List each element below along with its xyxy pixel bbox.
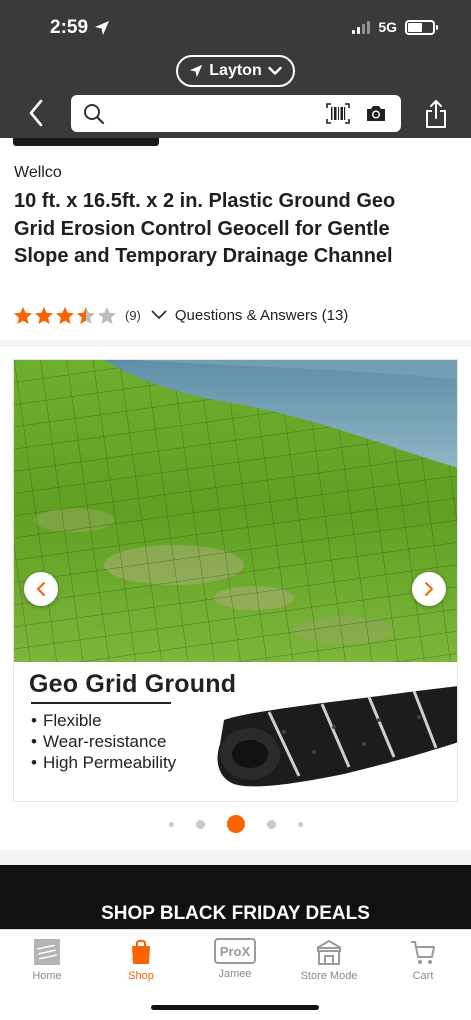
status-time: 2:59 — [50, 17, 110, 39]
carousel-dot[interactable] — [266, 819, 276, 829]
chevron-right-icon — [425, 582, 433, 596]
star-full-icon — [13, 306, 33, 324]
tab-label: Jamee — [218, 968, 252, 980]
search-icon — [84, 104, 105, 125]
cart-icon — [411, 941, 435, 964]
star-half-icon — [76, 306, 96, 324]
status-time-text: 2:59 — [50, 17, 89, 38]
tab-label: Cart — [412, 970, 434, 982]
shop-bag-icon — [132, 939, 150, 964]
tab-shop[interactable]: Shop — [96, 938, 186, 982]
share-icon — [426, 100, 446, 128]
promo-banner[interactable]: SHOP BLACK FRIDAY DEALS — [0, 865, 471, 935]
network-label: 5G — [378, 19, 397, 35]
banner-title: Geo Grid Ground — [29, 670, 237, 698]
carousel-dot[interactable] — [195, 819, 205, 829]
home-indicator — [151, 1005, 319, 1010]
store-name: Layton — [209, 62, 262, 79]
questions-answers-link[interactable]: Questions & Answers (13) — [175, 307, 348, 324]
tab-label: Shop — [128, 970, 154, 982]
previous-image-button[interactable] — [24, 572, 58, 606]
star-empty-icon — [97, 306, 117, 324]
carousel-dots — [0, 815, 471, 833]
next-image-button[interactable] — [412, 572, 446, 606]
chevron-down-icon — [268, 66, 282, 75]
signal-icon — [352, 20, 371, 34]
carousel-dot-active[interactable] — [226, 815, 245, 833]
feature-item: Wear-resistance — [31, 731, 176, 752]
star-full-icon — [34, 306, 54, 324]
top-header: 2:59 5G Layton — [0, 0, 471, 138]
star-full-icon — [55, 306, 75, 324]
geo-grid-photo — [14, 360, 457, 662]
location-arrow-icon — [95, 21, 110, 35]
product-title: 10 ft. x 16.5ft. x 2 in. Plastic Ground … — [14, 190, 396, 267]
store-selector[interactable]: Layton — [176, 55, 295, 87]
camera-icon[interactable] — [365, 104, 387, 123]
feature-list: Flexible Wear-resistance High Permeabili… — [31, 710, 176, 773]
product-info: Wellco 10 ft. x 16.5ft. x 2 in. Plastic … — [0, 138, 471, 340]
status-indicators: 5G — [352, 19, 438, 35]
product-image[interactable]: Geo Grid Ground Flexible Wear-resistance… — [13, 359, 458, 802]
home-depot-logo-icon — [34, 939, 60, 965]
navigation-arrow-icon — [190, 64, 203, 78]
chevron-left-icon — [29, 99, 43, 127]
prox-icon: ProX — [214, 938, 256, 964]
barcode-scanner-icon[interactable] — [326, 103, 350, 124]
product-page: 2:59 5G Layton Wellco 10 ft. x 16.5ft. x… — [0, 0, 471, 1020]
tab-cart[interactable]: Cart — [378, 938, 468, 982]
back-button[interactable] — [22, 96, 50, 130]
feature-item: High Permeability — [31, 752, 176, 773]
svg-text:ProX: ProX — [220, 944, 251, 959]
scrolled-element-edge — [13, 138, 159, 146]
carousel-dot[interactable] — [297, 821, 303, 827]
chevron-left-icon — [37, 582, 45, 596]
rolled-geocell-illustration — [217, 686, 457, 787]
product-brand[interactable]: Wellco — [14, 164, 62, 182]
promo-text: SHOP BLACK FRIDAY DEALS — [101, 903, 370, 924]
tab-home[interactable]: Home — [2, 938, 92, 982]
chevron-down-icon[interactable] — [151, 310, 167, 320]
tab-label: Home — [32, 970, 62, 982]
feature-banner: Geo Grid Ground Flexible Wear-resistance… — [14, 662, 457, 801]
banner-divider — [31, 702, 171, 704]
tab-store-mode[interactable]: Store Mode — [284, 938, 374, 982]
share-button[interactable] — [423, 98, 449, 130]
search-input[interactable] — [71, 95, 401, 132]
tab-label: Store Mode — [300, 970, 358, 982]
battery-icon — [405, 19, 438, 35]
feature-item: Flexible — [31, 710, 176, 731]
review-count[interactable]: (9) — [125, 308, 141, 323]
rating-row[interactable]: (9) Questions & Answers (13) — [13, 304, 348, 326]
image-gallery: Geo Grid Ground Flexible Wear-resistance… — [0, 347, 471, 850]
store-icon — [316, 939, 342, 965]
star-rating — [13, 306, 117, 325]
carousel-dot[interactable] — [168, 821, 174, 827]
tab-prox[interactable]: ProX Jamee — [190, 938, 280, 980]
